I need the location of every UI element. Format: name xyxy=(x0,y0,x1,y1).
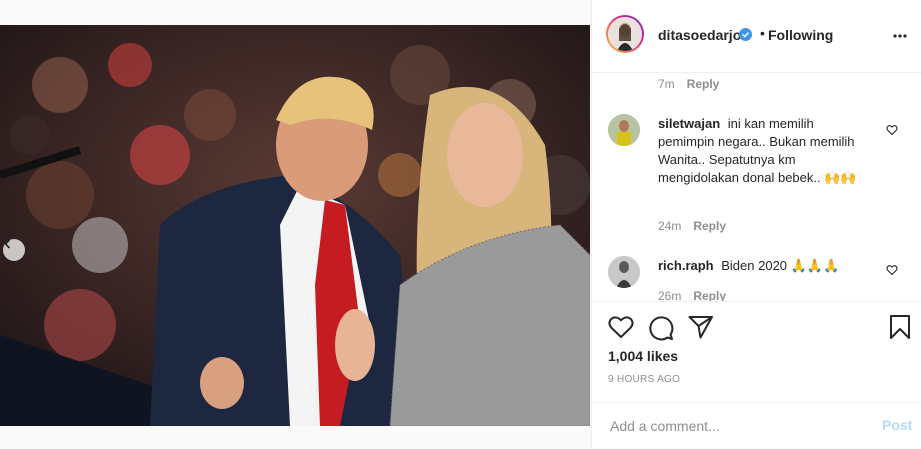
share-icon[interactable] xyxy=(688,315,714,339)
post-actions: 1,004 likes 9 HOURS AGO xyxy=(592,301,921,402)
reply-button[interactable]: Reply xyxy=(693,219,726,233)
heart-icon[interactable] xyxy=(608,315,634,339)
author-username[interactable]: ditasoedarjo xyxy=(658,27,741,43)
author-avatar[interactable] xyxy=(606,15,644,53)
likes-count[interactable]: 1,004 likes xyxy=(608,348,678,364)
bookmark-icon[interactable] xyxy=(889,315,911,339)
comment-username[interactable]: siletwajan xyxy=(658,116,720,131)
reply-button[interactable]: Reply xyxy=(693,289,726,301)
header-separator: • xyxy=(760,25,765,41)
comment-time: 26m xyxy=(658,289,682,301)
add-comment-bar: Post xyxy=(592,402,921,449)
commenter-avatar[interactable] xyxy=(608,114,640,146)
post-header: ditasoedarjo • Following xyxy=(592,0,921,73)
verified-badge-icon xyxy=(739,28,752,41)
comment-icon[interactable] xyxy=(648,315,674,341)
comment-time: 7m xyxy=(658,77,675,91)
comment-item: rich.raph Biden 2020 🙏🙏🙏 xyxy=(658,257,873,275)
photo-illustration xyxy=(0,25,590,426)
commenter-avatar[interactable] xyxy=(608,256,640,288)
comment-time: 24m xyxy=(658,219,682,233)
reply-button[interactable]: Reply xyxy=(687,77,720,91)
post-photo[interactable] xyxy=(0,25,590,426)
comment-like-heart-icon[interactable] xyxy=(886,264,898,276)
comment-item: siletwajan ini kan memilih pemimpin nega… xyxy=(658,115,873,187)
avatar-image xyxy=(608,17,642,51)
avatar-image xyxy=(608,114,640,146)
comment-like-heart-icon[interactable] xyxy=(886,124,898,136)
comment-input[interactable] xyxy=(608,415,862,437)
post-comment-button[interactable]: Post xyxy=(882,417,912,433)
following-button[interactable]: Following xyxy=(768,27,833,43)
post-timestamp[interactable]: 9 HOURS AGO xyxy=(608,374,680,385)
comment-meta: 7m Reply xyxy=(658,77,719,91)
chevron-left-icon xyxy=(4,239,11,249)
comment-meta: 24m Reply xyxy=(658,219,726,233)
carousel-prev-button[interactable] xyxy=(3,239,25,261)
more-options-icon[interactable] xyxy=(892,28,908,44)
comment-text: Biden 2020 🙏🙏🙏 xyxy=(721,258,840,273)
comment-username[interactable]: rich.raph xyxy=(658,258,714,273)
comment-meta: 26m Reply xyxy=(658,289,726,301)
page-background xyxy=(0,426,590,448)
post-details-panel: ditasoedarjo • Following 7m Reply siletwa… xyxy=(591,0,921,448)
avatar-image xyxy=(608,256,640,288)
comments-list[interactable]: 7m Reply siletwajan ini kan memilih pemim… xyxy=(592,73,921,301)
